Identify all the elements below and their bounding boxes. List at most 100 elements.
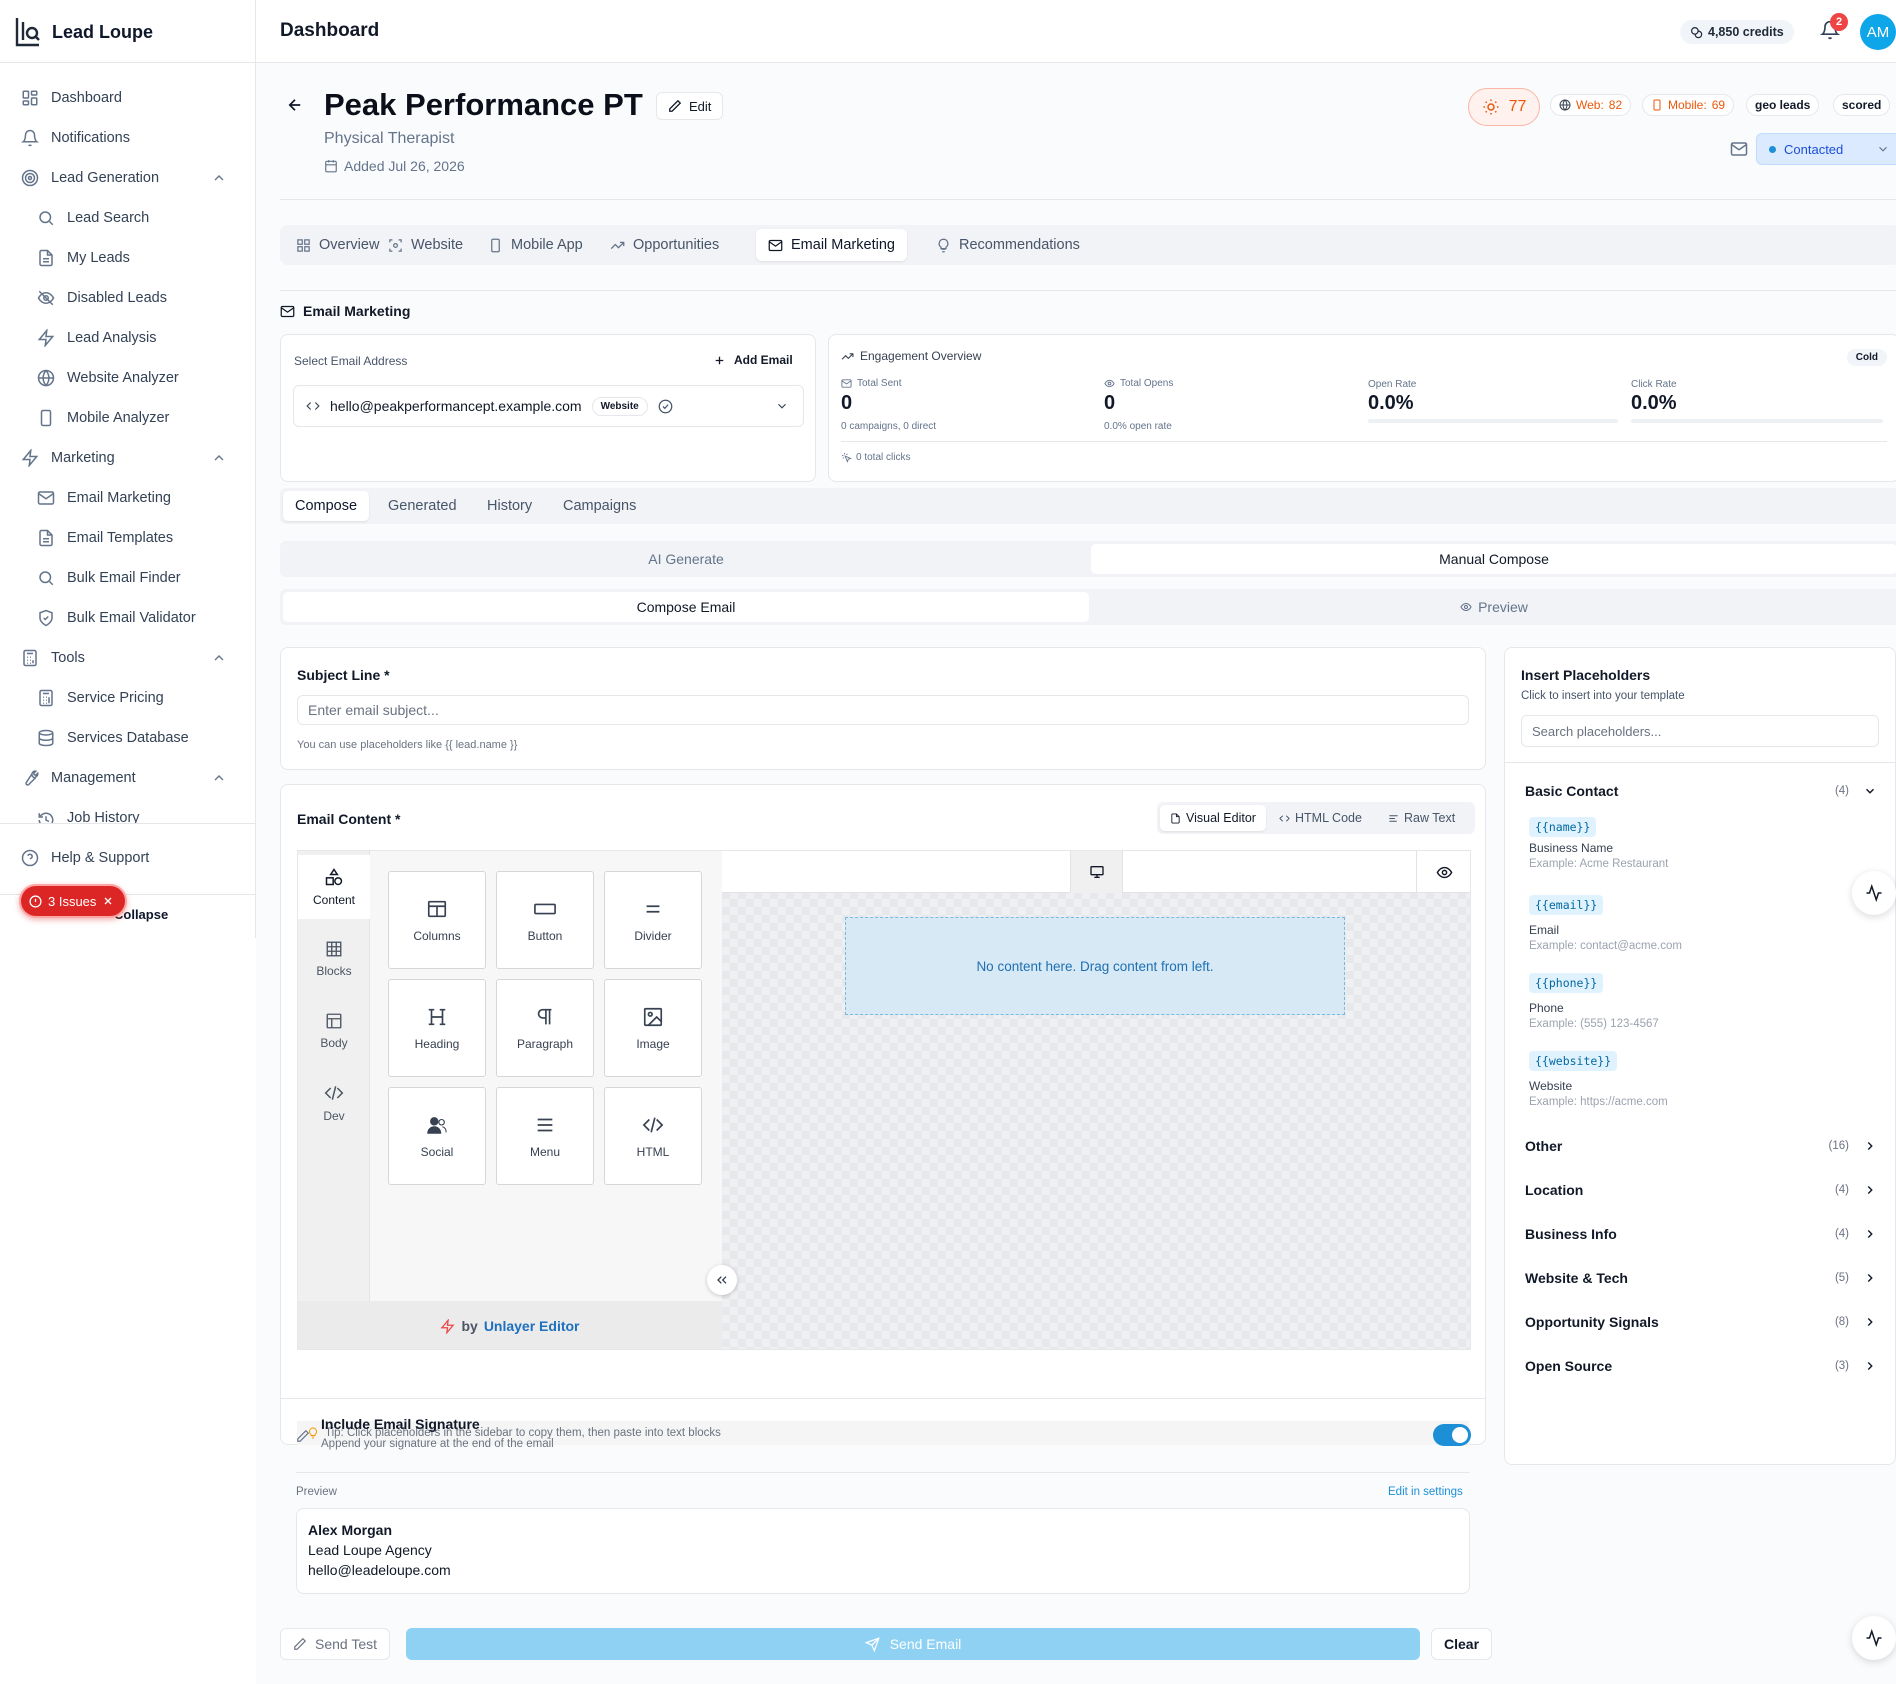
credits-badge[interactable]: 4,850 credits bbox=[1680, 20, 1794, 44]
sidebar-item-disabled-leads[interactable]: Disabled Leads bbox=[0, 278, 255, 318]
sidebar-item-management[interactable]: Management bbox=[0, 758, 255, 798]
email-address-select[interactable]: hello@peakperformancept.example.com Webs… bbox=[293, 385, 804, 427]
activity-fab[interactable] bbox=[1852, 871, 1896, 915]
editor-tab-content[interactable]: Content bbox=[298, 855, 370, 919]
raw-text-tab[interactable]: Raw Text bbox=[1378, 805, 1465, 831]
sidebar-item-job-history[interactable]: Job History bbox=[0, 798, 255, 824]
activity-fab-bottom[interactable] bbox=[1852, 1616, 1896, 1660]
editor-tab-dev[interactable]: Dev bbox=[298, 1071, 370, 1135]
tile-html[interactable]: HTML bbox=[604, 1087, 702, 1185]
editor-tab-body[interactable]: Body bbox=[298, 999, 370, 1063]
tile-divider[interactable]: Divider bbox=[604, 871, 702, 969]
signature-toggle[interactable] bbox=[1433, 1424, 1471, 1446]
send-test-button[interactable]: Send Test bbox=[280, 1628, 391, 1660]
category-name: Other bbox=[1525, 1138, 1563, 1154]
back-arrow-icon[interactable] bbox=[286, 96, 304, 114]
sidebar-item-bulk-email-validator[interactable]: Bulk Email Validator bbox=[0, 598, 255, 638]
added-text: Added Jul 26, 2026 bbox=[344, 158, 465, 174]
editor-tab-blocks[interactable]: Blocks bbox=[298, 927, 370, 991]
search-icon bbox=[36, 568, 56, 588]
category-basic-contact[interactable]: Basic Contact (4) bbox=[1505, 773, 1895, 809]
sidebar-item-my-leads[interactable]: My Leads bbox=[0, 238, 255, 278]
issues-badge[interactable]: 3 Issues bbox=[19, 884, 127, 918]
tile-button[interactable]: Button bbox=[496, 871, 594, 969]
category-location[interactable]: Location (4) bbox=[1505, 1172, 1895, 1208]
category-website-tech[interactable]: Website & Tech (5) bbox=[1505, 1260, 1895, 1296]
heading-icon bbox=[426, 1006, 448, 1028]
sidebar-item-bulk-email-finder[interactable]: Bulk Email Finder bbox=[0, 558, 255, 598]
category-business-info[interactable]: Business Info (4) bbox=[1505, 1216, 1895, 1252]
sidebar-item-dashboard[interactable]: Dashboard bbox=[0, 78, 255, 118]
tab-opportunities[interactable]: Opportunities bbox=[598, 229, 731, 261]
sidebar-item-tools[interactable]: Tools bbox=[0, 638, 255, 678]
category-opportunity-signals[interactable]: Opportunity Signals (8) bbox=[1505, 1304, 1895, 1340]
sidebar-item-label: Service Pricing bbox=[67, 690, 164, 706]
grid-icon bbox=[20, 88, 40, 108]
subtab-generated[interactable]: Generated bbox=[376, 491, 469, 521]
placeholder-item-email[interactable]: {{email}} Email Example: contact@acme.co… bbox=[1529, 895, 1682, 952]
placeholder-item-phone[interactable]: {{phone}} Phone Example: (555) 123-4567 bbox=[1529, 973, 1659, 1030]
edit-lead-button[interactable]: Edit bbox=[656, 92, 724, 120]
tile-menu[interactable]: Menu bbox=[496, 1087, 594, 1185]
sidebar-item-marketing[interactable]: Marketing bbox=[0, 438, 255, 478]
sidebar-item-email-marketing[interactable]: Email Marketing bbox=[0, 478, 255, 518]
sidebar-item-website-analyzer[interactable]: Website Analyzer bbox=[0, 358, 255, 398]
subject-input[interactable] bbox=[297, 695, 1469, 725]
sidebar-item-services-database[interactable]: Services Database bbox=[0, 718, 255, 758]
mail-icon bbox=[36, 488, 56, 508]
collapse-panel-button[interactable] bbox=[707, 1265, 737, 1295]
check-circle-icon bbox=[658, 399, 673, 414]
subtab-compose[interactable]: Compose bbox=[283, 491, 370, 521]
sidebar-item-lead-generation[interactable]: Lead Generation bbox=[0, 158, 255, 198]
tab-mobile-app[interactable]: Mobile App bbox=[476, 229, 595, 261]
tab-website[interactable]: Website bbox=[376, 229, 475, 261]
tile-social[interactable]: Social bbox=[388, 1087, 486, 1185]
placeholder-example: Example: (555) 123-4567 bbox=[1529, 1018, 1659, 1030]
subtab-campaigns[interactable]: Campaigns bbox=[551, 491, 648, 521]
clear-button[interactable]: Clear bbox=[1431, 1628, 1493, 1660]
desktop-view-button[interactable] bbox=[1070, 851, 1123, 893]
sidebar-item-notifications[interactable]: Notifications bbox=[0, 118, 255, 158]
preview-option[interactable]: Preview bbox=[1091, 592, 1896, 622]
search-icon bbox=[36, 208, 56, 228]
send-email-button[interactable]: Send Email bbox=[406, 1628, 1420, 1660]
tile-paragraph[interactable]: Paragraph bbox=[496, 979, 594, 1077]
add-email-button[interactable]: Add Email bbox=[713, 353, 793, 367]
placeholders-search-input[interactable] bbox=[1521, 715, 1879, 747]
tile-columns[interactable]: Columns bbox=[388, 871, 486, 969]
lead-status-select[interactable]: Contacted bbox=[1756, 133, 1896, 165]
category-open-source[interactable]: Open Source (3) bbox=[1505, 1348, 1895, 1384]
compose-email-option[interactable]: Compose Email bbox=[283, 592, 1089, 622]
sidebar-item-mobile-analyzer[interactable]: Mobile Analyzer bbox=[0, 398, 255, 438]
sidebar-item-label: Lead Search bbox=[67, 210, 150, 226]
tab-recommendations[interactable]: Recommendations bbox=[924, 229, 1092, 261]
edit-in-settings-link[interactable]: Edit in settings bbox=[1388, 1486, 1463, 1498]
sidebar-item-help[interactable]: Help & Support bbox=[0, 838, 255, 878]
tile-image[interactable]: Image bbox=[604, 979, 702, 1077]
editor-brand-link[interactable]: Unlayer Editor bbox=[484, 1318, 580, 1334]
bell-icon bbox=[20, 128, 40, 148]
preview-eye-button[interactable] bbox=[1416, 851, 1470, 893]
html-code-tab[interactable]: HTML Code bbox=[1269, 805, 1372, 831]
sidebar-item-lead-analysis[interactable]: Lead Analysis bbox=[0, 318, 255, 358]
sidebar-item-lead-search[interactable]: Lead Search bbox=[0, 198, 255, 238]
placeholder-code: {{phone}} bbox=[1529, 973, 1604, 993]
visual-editor-tab[interactable]: Visual Editor bbox=[1160, 805, 1266, 831]
mail-icon[interactable] bbox=[1730, 140, 1748, 158]
placeholder-item-website[interactable]: {{website}} Website Example: https://acm… bbox=[1529, 1051, 1668, 1108]
click-rate-bar bbox=[1631, 419, 1883, 423]
manual-compose-option[interactable]: Manual Compose bbox=[1091, 544, 1896, 574]
drop-zone[interactable]: No content here. Drag content from left. bbox=[845, 917, 1345, 1015]
close-icon[interactable] bbox=[102, 895, 114, 907]
avatar[interactable]: AM bbox=[1860, 14, 1896, 50]
tab-email-marketing[interactable]: Email Marketing bbox=[756, 229, 907, 261]
brand[interactable]: Lead Loupe bbox=[14, 14, 153, 50]
chevron-down-icon bbox=[775, 399, 789, 413]
tile-heading[interactable]: Heading bbox=[388, 979, 486, 1077]
category-other[interactable]: Other (16) bbox=[1505, 1128, 1895, 1164]
ai-generate-option[interactable]: AI Generate bbox=[283, 544, 1089, 574]
subtab-history[interactable]: History bbox=[475, 491, 544, 521]
sidebar-item-service-pricing[interactable]: Service Pricing bbox=[0, 678, 255, 718]
sidebar-item-email-templates[interactable]: Email Templates bbox=[0, 518, 255, 558]
placeholder-item-name[interactable]: {{name}} Business Name Example: Acme Res… bbox=[1529, 817, 1668, 870]
